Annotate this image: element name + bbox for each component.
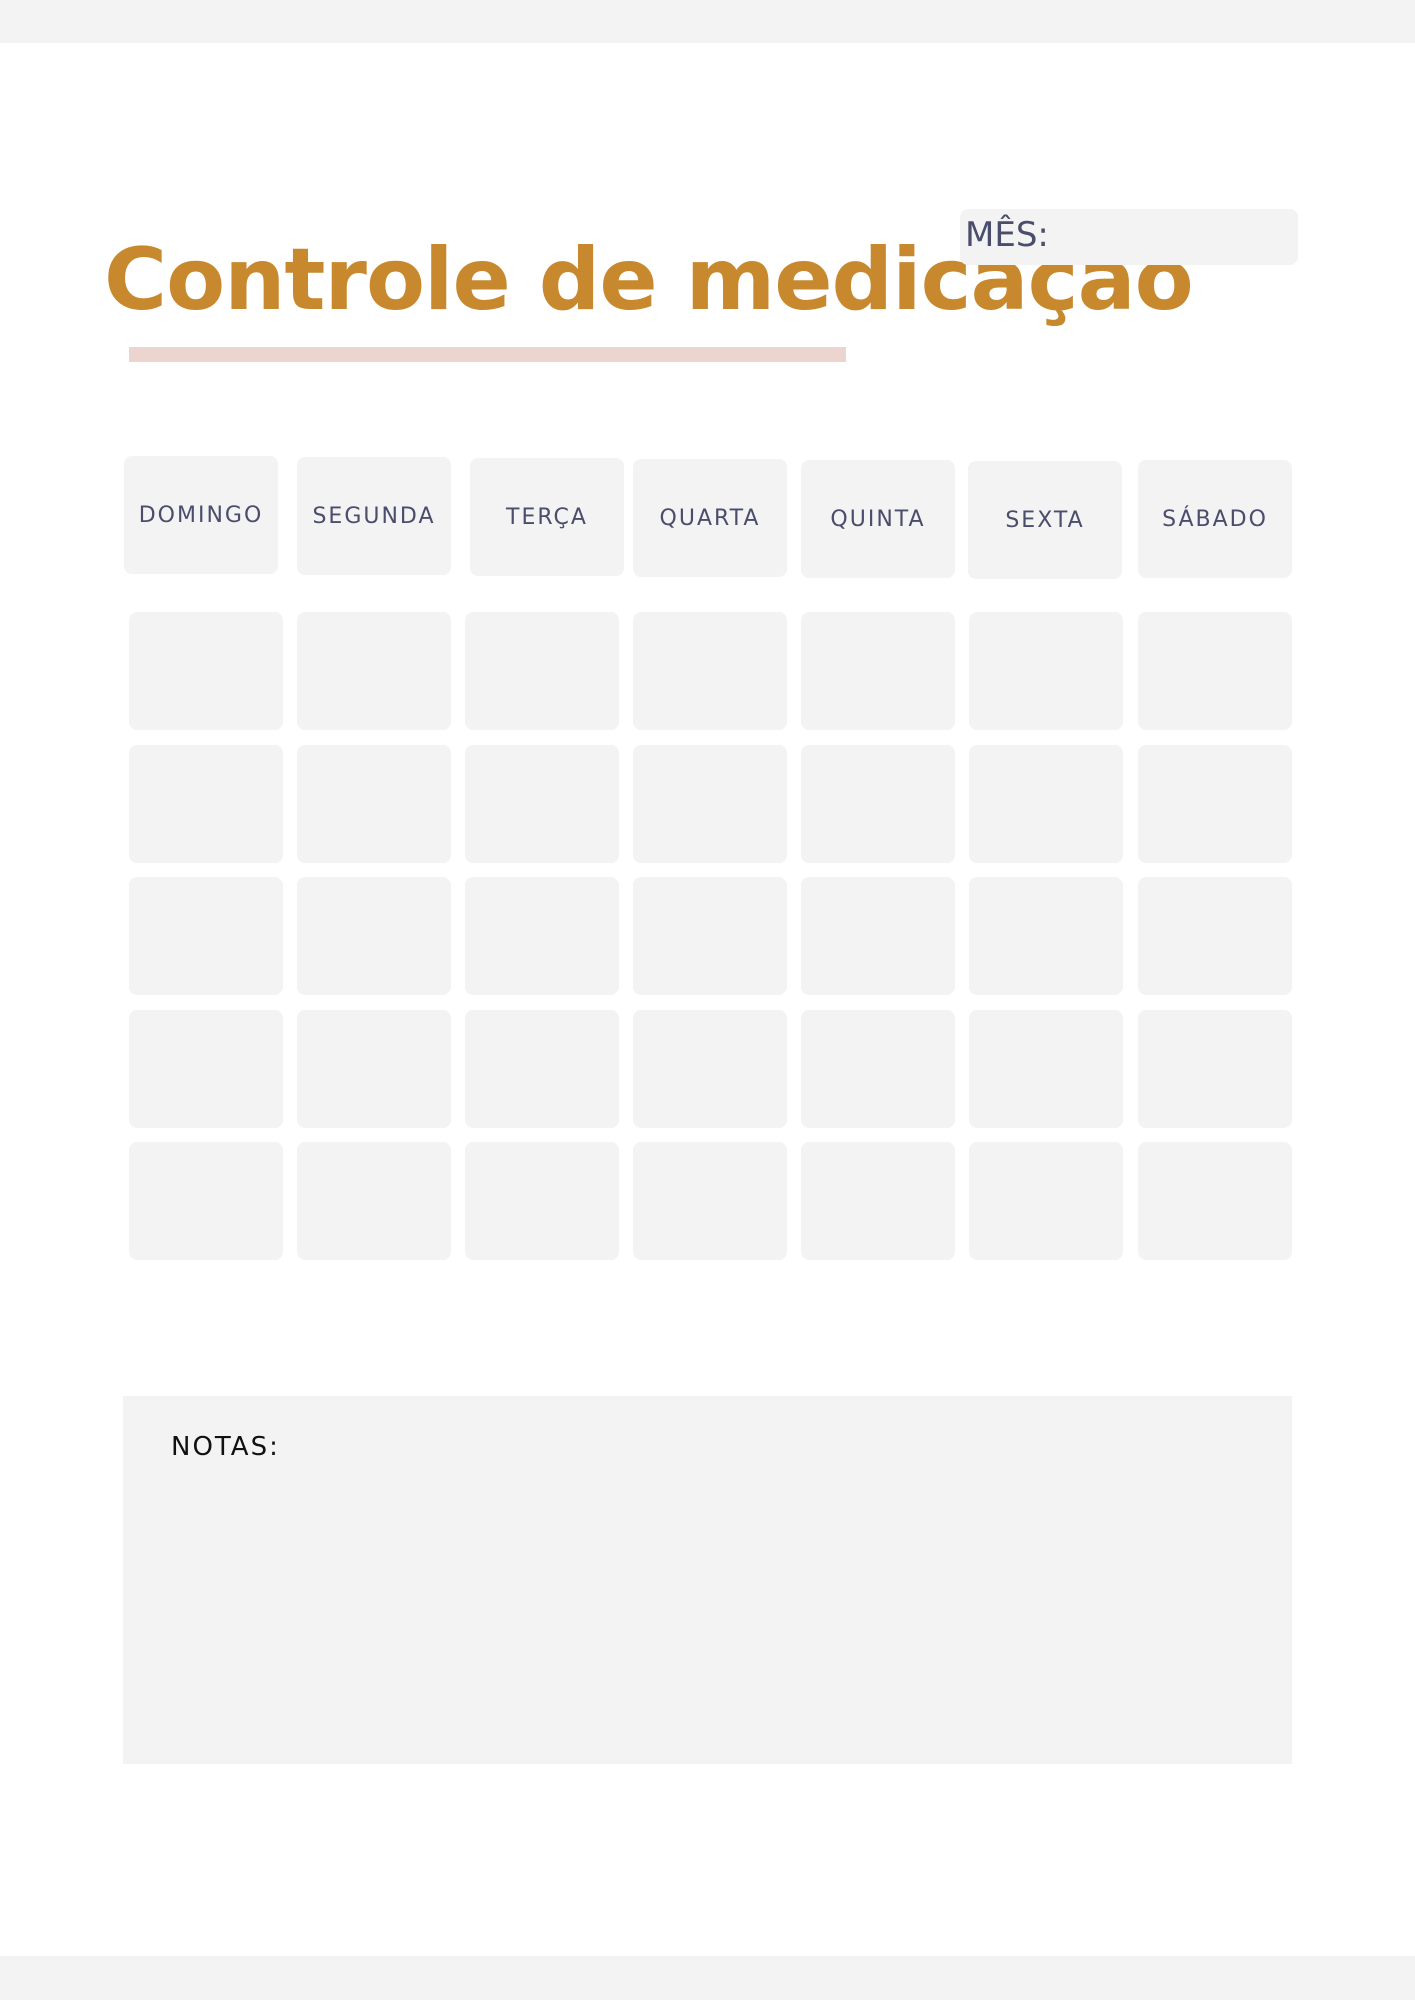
calendar-cell[interactable]	[801, 877, 955, 995]
day-header-domingo: DOMINGO	[124, 456, 278, 574]
title-underline	[129, 347, 846, 362]
day-header-sabado: SÁBADO	[1138, 460, 1292, 578]
calendar-cell[interactable]	[969, 1010, 1123, 1128]
calendar-cell[interactable]	[1138, 877, 1292, 995]
calendar-cell[interactable]	[465, 1142, 619, 1260]
calendar-cell[interactable]	[801, 612, 955, 730]
calendar-cell[interactable]	[297, 745, 451, 863]
calendar-cell[interactable]	[969, 877, 1123, 995]
day-header-quinta: QUINTA	[801, 460, 955, 578]
calendar-cell[interactable]	[129, 877, 283, 995]
calendar-cell[interactable]	[129, 612, 283, 730]
calendar-cell[interactable]	[633, 877, 787, 995]
calendar-cell[interactable]	[297, 1010, 451, 1128]
calendar-cell[interactable]	[129, 1010, 283, 1128]
day-header-terca: TERÇA	[470, 458, 624, 576]
calendar-cell[interactable]	[969, 612, 1123, 730]
calendar-cell[interactable]	[801, 1142, 955, 1260]
notes-label: NOTAS:	[171, 1432, 280, 1462]
calendar-cell[interactable]	[297, 612, 451, 730]
calendar-cell[interactable]	[297, 877, 451, 995]
calendar-cell[interactable]	[969, 1142, 1123, 1260]
calendar-cell[interactable]	[801, 1010, 955, 1128]
calendar-cell[interactable]	[801, 745, 955, 863]
calendar-cell[interactable]	[129, 745, 283, 863]
notes-area[interactable]: NOTAS:	[123, 1396, 1292, 1764]
calendar-cell[interactable]	[1138, 612, 1292, 730]
calendar-cell[interactable]	[465, 745, 619, 863]
calendar-cell[interactable]	[633, 612, 787, 730]
calendar-cell[interactable]	[1138, 745, 1292, 863]
calendar-cell[interactable]	[633, 1142, 787, 1260]
calendar-cell[interactable]	[633, 745, 787, 863]
calendar-cell[interactable]	[633, 1010, 787, 1128]
calendar-cell[interactable]	[297, 1142, 451, 1260]
month-label: MÊS:	[965, 215, 1049, 255]
calendar-cell[interactable]	[1138, 1010, 1292, 1128]
calendar-cell[interactable]	[465, 612, 619, 730]
day-header-sexta: SEXTA	[968, 461, 1122, 579]
calendar-cell[interactable]	[129, 1142, 283, 1260]
month-field[interactable]: MÊS:	[960, 209, 1298, 265]
calendar-cell[interactable]	[465, 877, 619, 995]
calendar-cell[interactable]	[969, 745, 1123, 863]
calendar-cell[interactable]	[1138, 1142, 1292, 1260]
day-header-segunda: SEGUNDA	[297, 457, 451, 575]
calendar-cell[interactable]	[465, 1010, 619, 1128]
day-header-quarta: QUARTA	[633, 459, 787, 577]
